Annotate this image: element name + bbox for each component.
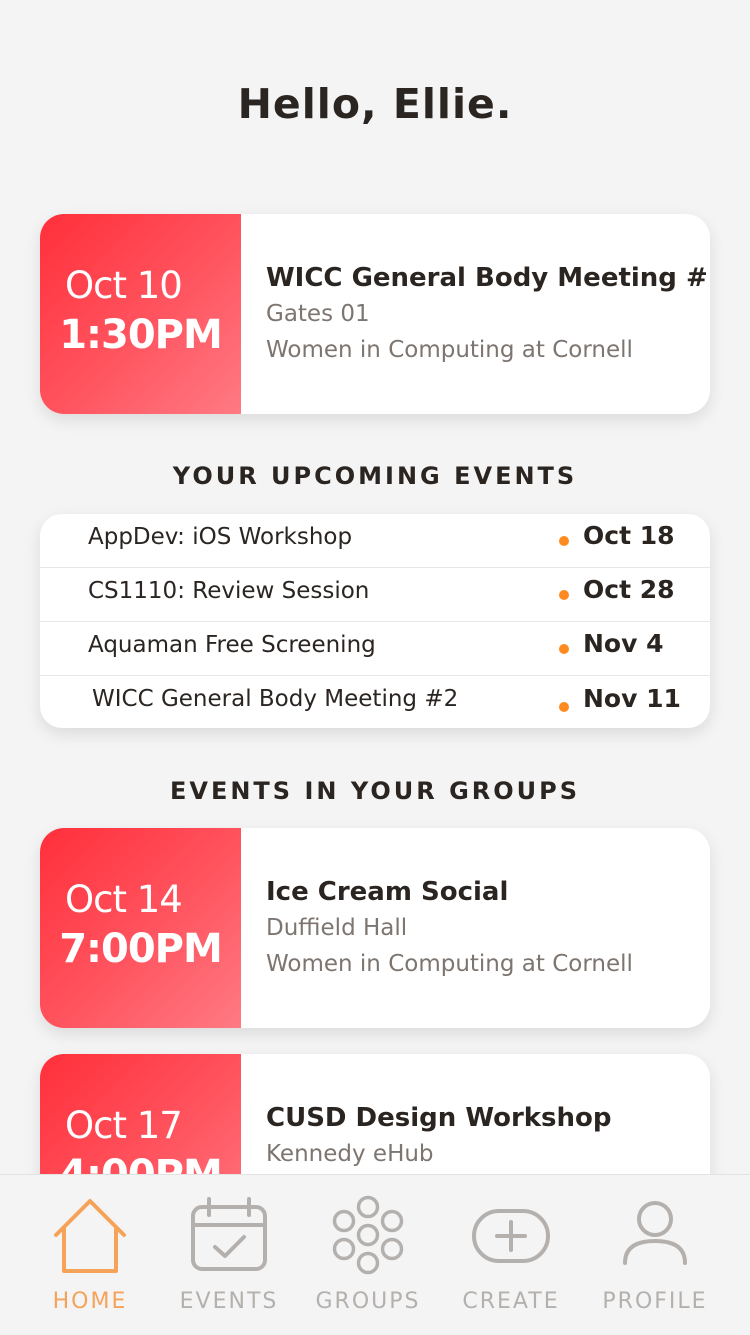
event-title: CUSD Design Workshop <box>266 1103 612 1133</box>
group-events-heading: EVENTS IN YOUR GROUPS <box>169 777 581 805</box>
event-title: Ice Cream Social <box>266 877 509 907</box>
upcoming-event-name: CS1110: Review Session <box>88 578 370 604</box>
tab-create[interactable]: CREATE <box>436 1175 586 1335</box>
calendar-icon <box>191 1197 267 1271</box>
tab-label: GROUPS <box>315 1289 421 1314</box>
dot-icon <box>559 536 569 546</box>
upcoming-event-row[interactable]: AppDev: iOS Workshop Oct 18 <box>40 514 710 568</box>
tab-home[interactable]: HOME <box>15 1175 165 1335</box>
event-location: Duffield Hall <box>266 915 408 941</box>
event-date: Oct 17 <box>65 1104 183 1147</box>
upcoming-event-row[interactable]: WICC General Body Meeting #2 Nov 11 <box>40 676 710 728</box>
event-group: Women in Computing at Cornell <box>266 337 633 363</box>
event-location: Kennedy eHub <box>266 1141 434 1167</box>
event-title: WICC General Body Meeting #1 <box>266 263 710 293</box>
tab-label: EVENTS <box>179 1289 279 1314</box>
dot-icon <box>559 590 569 600</box>
tab-label: PROFILE <box>602 1289 708 1314</box>
tab-label: CREATE <box>462 1289 560 1314</box>
tab-groups[interactable]: GROUPS <box>293 1175 443 1335</box>
event-time: 7:00PM <box>59 926 223 972</box>
upcoming-events-heading: YOUR UPCOMING EVENTS <box>172 462 578 490</box>
upcoming-event-date: Nov 4 <box>583 629 664 658</box>
event-date-block: Oct 14 7:00PM <box>40 828 241 1028</box>
upcoming-event-date: Oct 28 <box>583 575 675 604</box>
event-date-block: Oct 10 1:30PM <box>40 214 241 414</box>
tab-events[interactable]: EVENTS <box>154 1175 304 1335</box>
upcoming-event-name: Aquaman Free Screening <box>88 632 376 658</box>
tab-label: HOME <box>52 1289 128 1314</box>
event-location: Gates 01 <box>266 301 370 327</box>
bottom-tab-bar: HOME EVENTS GROUPS CREATE PROFILE <box>0 1174 750 1335</box>
groups-icon <box>332 1195 404 1275</box>
event-date: Oct 14 <box>65 878 183 921</box>
dot-icon <box>559 644 569 654</box>
upcoming-event-date: Nov 11 <box>583 684 681 713</box>
upcoming-event-date: Oct 18 <box>583 521 675 550</box>
featured-event-card[interactable]: Oct 10 1:30PM WICC General Body Meeting … <box>40 214 710 414</box>
event-time: 1:30PM <box>59 312 223 358</box>
event-date: Oct 10 <box>65 264 183 307</box>
event-info: WICC General Body Meeting #1 Gates 01 Wo… <box>266 260 710 368</box>
group-event-card[interactable]: Oct 14 7:00PM Ice Cream Social Duffield … <box>40 828 710 1028</box>
dot-icon <box>559 702 569 712</box>
profile-icon <box>623 1201 687 1265</box>
event-group: Women in Computing at Cornell <box>266 951 633 977</box>
upcoming-events-list: AppDev: iOS Workshop Oct 18 CS1110: Revi… <box>40 514 710 728</box>
plus-icon <box>472 1209 550 1263</box>
upcoming-event-name: WICC General Body Meeting #2 <box>92 686 459 712</box>
event-info: CUSD Design Workshop Kennedy eHub <box>266 1100 700 1172</box>
upcoming-event-name: AppDev: iOS Workshop <box>88 524 353 550</box>
upcoming-event-row[interactable]: Aquaman Free Screening Nov 4 <box>40 622 710 676</box>
page-greeting: Hello, Ellie. <box>237 80 513 128</box>
tab-profile[interactable]: PROFILE <box>580 1175 730 1335</box>
upcoming-event-row[interactable]: CS1110: Review Session Oct 28 <box>40 568 710 622</box>
home-icon <box>54 1199 126 1273</box>
event-info: Ice Cream Social Duffield Hall Women in … <box>266 874 700 982</box>
